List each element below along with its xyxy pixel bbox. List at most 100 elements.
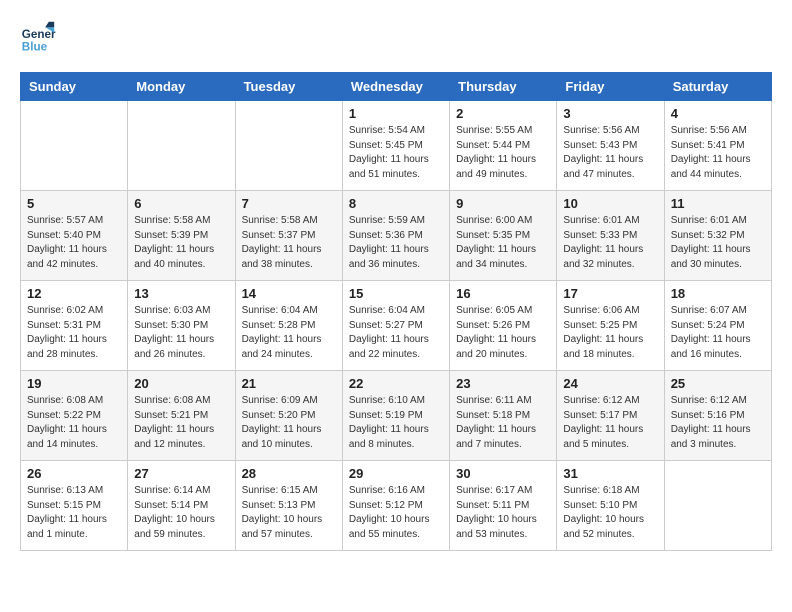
day-info: Sunrise: 6:08 AM Sunset: 5:21 PM Dayligh… (134, 394, 228, 452)
logo: General Blue (20, 20, 56, 56)
calendar-cell: 20 Sunrise: 6:08 AM Sunset: 5:21 PM Dayli… (128, 371, 235, 461)
day-info: Sunrise: 6:12 AM Sunset: 5:17 PM Dayligh… (563, 394, 657, 452)
day-number: 31 (563, 466, 657, 481)
weekday-header-thursday: Thursday (450, 73, 557, 101)
day-info: Sunrise: 6:15 AM Sunset: 5:13 PM Dayligh… (242, 484, 336, 542)
day-number: 9 (456, 196, 550, 211)
weekday-header-row: SundayMondayTuesdayWednesdayThursdayFrid… (21, 73, 772, 101)
day-number: 12 (27, 286, 121, 301)
day-number: 8 (349, 196, 443, 211)
day-info: Sunrise: 5:54 AM Sunset: 5:45 PM Dayligh… (349, 124, 443, 182)
day-number: 15 (349, 286, 443, 301)
day-number: 19 (27, 376, 121, 391)
calendar-cell (235, 101, 342, 191)
day-info: Sunrise: 5:57 AM Sunset: 5:40 PM Dayligh… (27, 214, 121, 272)
calendar-cell: 27 Sunrise: 6:14 AM Sunset: 5:14 PM Dayli… (128, 461, 235, 551)
day-number: 14 (242, 286, 336, 301)
calendar-cell: 1 Sunrise: 5:54 AM Sunset: 5:45 PM Daylig… (342, 101, 449, 191)
weekday-header-saturday: Saturday (664, 73, 771, 101)
day-info: Sunrise: 5:56 AM Sunset: 5:43 PM Dayligh… (563, 124, 657, 182)
calendar-cell: 24 Sunrise: 6:12 AM Sunset: 5:17 PM Dayli… (557, 371, 664, 461)
calendar-cell: 25 Sunrise: 6:12 AM Sunset: 5:16 PM Dayli… (664, 371, 771, 461)
calendar-cell (664, 461, 771, 551)
calendar-cell: 9 Sunrise: 6:00 AM Sunset: 5:35 PM Daylig… (450, 191, 557, 281)
day-info: Sunrise: 5:55 AM Sunset: 5:44 PM Dayligh… (456, 124, 550, 182)
day-number: 6 (134, 196, 228, 211)
day-info: Sunrise: 6:18 AM Sunset: 5:10 PM Dayligh… (563, 484, 657, 542)
day-info: Sunrise: 6:16 AM Sunset: 5:12 PM Dayligh… (349, 484, 443, 542)
weekday-header-monday: Monday (128, 73, 235, 101)
day-number: 7 (242, 196, 336, 211)
weekday-header-tuesday: Tuesday (235, 73, 342, 101)
day-info: Sunrise: 5:58 AM Sunset: 5:39 PM Dayligh… (134, 214, 228, 272)
day-number: 29 (349, 466, 443, 481)
day-info: Sunrise: 6:01 AM Sunset: 5:33 PM Dayligh… (563, 214, 657, 272)
calendar-cell: 15Sunrise: 6:04 AM Sunset: 5:27 PM Dayli… (342, 281, 449, 371)
calendar-cell: 8 Sunrise: 5:59 AM Sunset: 5:36 PM Daylig… (342, 191, 449, 281)
calendar-week-5: 26 Sunrise: 6:13 AM Sunset: 5:15 PM Dayli… (21, 461, 772, 551)
day-info: Sunrise: 5:59 AM Sunset: 5:36 PM Dayligh… (349, 214, 443, 272)
day-info: Sunrise: 6:09 AM Sunset: 5:20 PM Dayligh… (242, 394, 336, 452)
calendar-cell: 4 Sunrise: 5:56 AM Sunset: 5:41 PM Daylig… (664, 101, 771, 191)
day-number: 30 (456, 466, 550, 481)
svg-text:Blue: Blue (22, 41, 48, 54)
calendar-cell (128, 101, 235, 191)
calendar-cell: 16Sunrise: 6:05 AM Sunset: 5:26 PM Dayli… (450, 281, 557, 371)
day-info: Sunrise: 5:56 AM Sunset: 5:41 PM Dayligh… (671, 124, 765, 182)
calendar-cell: 11Sunrise: 6:01 AM Sunset: 5:32 PM Dayli… (664, 191, 771, 281)
day-info: Sunrise: 6:06 AM Sunset: 5:25 PM Dayligh… (563, 304, 657, 362)
calendar-cell: 13 Sunrise: 6:03 AM Sunset: 5:30 PM Dayli… (128, 281, 235, 371)
calendar-cell: 30Sunrise: 6:17 AM Sunset: 5:11 PM Dayli… (450, 461, 557, 551)
calendar-week-2: 5 Sunrise: 5:57 AM Sunset: 5:40 PM Daylig… (21, 191, 772, 281)
day-info: Sunrise: 6:01 AM Sunset: 5:32 PM Dayligh… (671, 214, 765, 272)
day-number: 27 (134, 466, 228, 481)
weekday-header-friday: Friday (557, 73, 664, 101)
calendar-cell: 6 Sunrise: 5:58 AM Sunset: 5:39 PM Daylig… (128, 191, 235, 281)
calendar-cell: 5 Sunrise: 5:57 AM Sunset: 5:40 PM Daylig… (21, 191, 128, 281)
day-info: Sunrise: 6:02 AM Sunset: 5:31 PM Dayligh… (27, 304, 121, 362)
calendar-cell: 12 Sunrise: 6:02 AM Sunset: 5:31 PM Dayli… (21, 281, 128, 371)
day-number: 23 (456, 376, 550, 391)
day-number: 13 (134, 286, 228, 301)
calendar-cell (21, 101, 128, 191)
calendar-week-1: 1 Sunrise: 5:54 AM Sunset: 5:45 PM Daylig… (21, 101, 772, 191)
day-info: Sunrise: 6:13 AM Sunset: 5:15 PM Dayligh… (27, 484, 121, 542)
day-number: 3 (563, 106, 657, 121)
day-number: 18 (671, 286, 765, 301)
calendar-cell: 18 Sunrise: 6:07 AM Sunset: 5:24 PM Dayli… (664, 281, 771, 371)
day-number: 1 (349, 106, 443, 121)
weekday-header-wednesday: Wednesday (342, 73, 449, 101)
day-number: 25 (671, 376, 765, 391)
calendar-cell: 23 Sunrise: 6:11 AM Sunset: 5:18 PM Dayli… (450, 371, 557, 461)
day-number: 21 (242, 376, 336, 391)
day-info: Sunrise: 6:14 AM Sunset: 5:14 PM Dayligh… (134, 484, 228, 542)
day-number: 22 (349, 376, 443, 391)
calendar-cell: 3 Sunrise: 5:56 AM Sunset: 5:43 PM Daylig… (557, 101, 664, 191)
day-info: Sunrise: 6:12 AM Sunset: 5:16 PM Dayligh… (671, 394, 765, 452)
day-number: 26 (27, 466, 121, 481)
day-number: 4 (671, 106, 765, 121)
calendar-table: SundayMondayTuesdayWednesdayThursdayFrid… (20, 72, 772, 551)
logo-icon: General Blue (20, 20, 56, 56)
day-number: 24 (563, 376, 657, 391)
day-number: 5 (27, 196, 121, 211)
calendar-cell: 26 Sunrise: 6:13 AM Sunset: 5:15 PM Dayli… (21, 461, 128, 551)
day-info: Sunrise: 6:10 AM Sunset: 5:19 PM Dayligh… (349, 394, 443, 452)
day-number: 17 (563, 286, 657, 301)
calendar-cell: 28Sunrise: 6:15 AM Sunset: 5:13 PM Dayli… (235, 461, 342, 551)
day-info: Sunrise: 6:11 AM Sunset: 5:18 PM Dayligh… (456, 394, 550, 452)
day-number: 20 (134, 376, 228, 391)
day-info: Sunrise: 6:05 AM Sunset: 5:26 PM Dayligh… (456, 304, 550, 362)
calendar-cell: 21 Sunrise: 6:09 AM Sunset: 5:20 PM Dayli… (235, 371, 342, 461)
day-info: Sunrise: 6:03 AM Sunset: 5:30 PM Dayligh… (134, 304, 228, 362)
day-info: Sunrise: 6:00 AM Sunset: 5:35 PM Dayligh… (456, 214, 550, 272)
page-header: General Blue (20, 20, 772, 56)
day-info: Sunrise: 5:58 AM Sunset: 5:37 PM Dayligh… (242, 214, 336, 272)
calendar-week-3: 12 Sunrise: 6:02 AM Sunset: 5:31 PM Dayli… (21, 281, 772, 371)
calendar-cell: 29 Sunrise: 6:16 AM Sunset: 5:12 PM Dayli… (342, 461, 449, 551)
calendar-cell: 14Sunrise: 6:04 AM Sunset: 5:28 PM Dayli… (235, 281, 342, 371)
calendar-cell: 7 Sunrise: 5:58 AM Sunset: 5:37 PM Daylig… (235, 191, 342, 281)
calendar-cell: 31 Sunrise: 6:18 AM Sunset: 5:10 PM Dayli… (557, 461, 664, 551)
day-info: Sunrise: 6:07 AM Sunset: 5:24 PM Dayligh… (671, 304, 765, 362)
day-number: 10 (563, 196, 657, 211)
